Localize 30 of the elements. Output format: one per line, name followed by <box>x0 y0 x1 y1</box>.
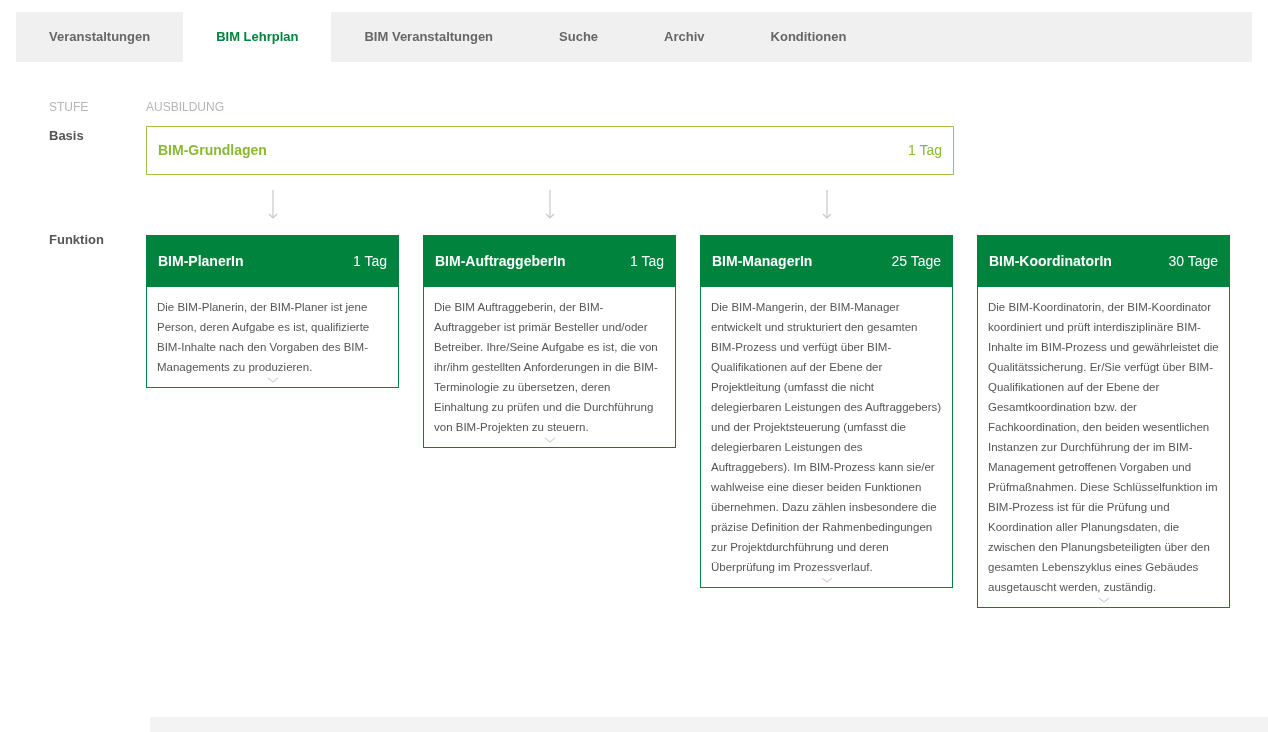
course-card[interactable]: BIM-PlanerIn 1 Tag Die BIM-Planerin, der BIM-Planer ist jene Person, deren Aufgabe es ist, qualifizierte BIM-Inhalte nach den Vorgaben des BIM-Managements zu produzieren. <box>146 235 399 388</box>
level-label: Basis <box>49 127 85 145</box>
card-title: BIM-PlanerIn <box>158 252 244 271</box>
card-title: BIM-ManagerIn <box>712 252 813 271</box>
chevron-down-icon[interactable] <box>266 377 279 383</box>
column-header: AUSBILDUNG <box>146 99 226 116</box>
tab[interactable]: Konditionen <box>737 12 880 62</box>
card-duration: 1 Tag <box>630 252 664 271</box>
tab[interactable]: Archiv <box>631 12 738 62</box>
column-header: STUFE <box>49 99 90 116</box>
tab[interactable]: BIM Veranstaltungen <box>331 12 527 62</box>
course-card[interactable] <box>423 235 676 448</box>
tab[interactable]: Suche <box>526 12 632 62</box>
card-duration: 1 Tag <box>353 252 387 271</box>
tab[interactable]: Veranstaltungen <box>16 12 184 62</box>
level-label: Funktion <box>49 230 105 249</box>
card-description: Die BIM-Mangerin, der BIM-Manager entwickelt und strukturiert den gesamten BIM-Prozess und verfügt über BIM-Qualifikationen auf der Ebene der Projektleitung (umfasst die nicht delegierbaren Leistungen des Auftraggebers) und der Projektsteuerung (umfasst die delegierbaren Leistungen des Auftraggebers). Im BIM-Prozess kann sie/er wahlweise eine dieser beiden Funktionen übernehmen. Dazu zählen insbesondere die präzise Definition der Rahmenbedingungen zur Projektdurchführung und deren Überprüfung im Prozessverlauf. <box>710 300 943 575</box>
card-description: Die BIM-Planerin, der BIM-Planer ist jene Person, deren Aufgabe es ist, qualifizierte BIM-Inhalte nach den Vorgaben des BIM-Managements zu produzieren. <box>156 300 371 375</box>
tab[interactable]: BIM Lehrplan <box>183 12 332 62</box>
chevron-down-icon[interactable] <box>1097 597 1110 603</box>
course-card[interactable] <box>977 235 1230 608</box>
card-title: BIM-KoordinatorIn <box>989 252 1112 271</box>
card-description: Die BIM Auftraggeberin, der BIM-Auftraggeber ist primär Besteller und/oder Betreiber. Ihre/Seine Aufgabe es ist, die von ihr/ihm gestellten Anforderungen in die BIM-Terminologie zu übersetzen, deren Einhaltung zu prüfen und die Durchführung von BIM-Projekten zu steuern. <box>433 300 659 435</box>
chevron-down-icon[interactable] <box>820 577 833 583</box>
card-description: Die BIM-Koordinatorin, der BIM-Koordinator koordiniert und prüft interdisziplinäre BIM-Inhalte im BIM-Prozess und gewährleistet die Qualitätssicherung. Er/Sie verfügt über BIM-Qualifikationen auf der Ebene der Gesamtkoordination bzw. der Fachkoordination, den beiden wesentlichen Instanzen zur Durchführung der im BIM-Management getroffenen Vorgaben und Prüfmaßnahmen. Diese Schlüsselfunktion im BIM-Prozess ist für die Prüfung und Koordination aller Planungsdaten, die zwischen den Planungsbeteiligten über den gesamten Lebenszyklus eines Gebäudes ausgetauscht werden, zuständig. <box>987 300 1220 595</box>
card-duration: 30 Tage <box>1168 252 1218 271</box>
course-card[interactable] <box>700 235 953 588</box>
card-duration: 25 Tage <box>891 252 941 271</box>
card-title: BIM-AuftraggeberIn <box>435 252 566 271</box>
chevron-down-icon[interactable] <box>543 437 556 443</box>
